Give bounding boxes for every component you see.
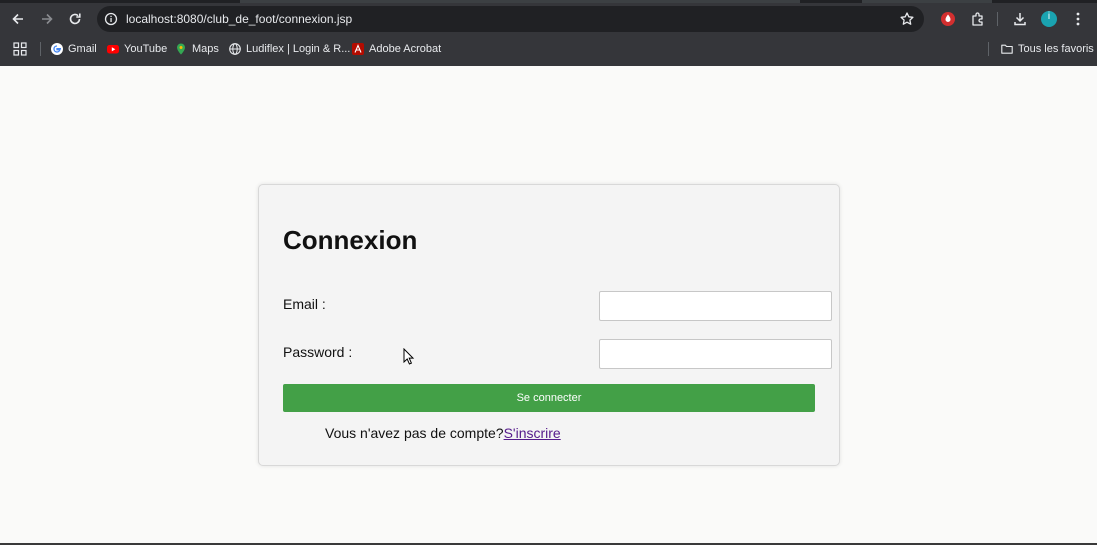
signup-prompt: Vous n'avez pas de compte?S'inscrire	[325, 425, 561, 441]
forward-button[interactable]	[37, 9, 57, 29]
bookmark-acrobat[interactable]: Adobe Acrobat	[352, 41, 441, 57]
downloads-icon[interactable]	[1010, 9, 1030, 29]
mouse-cursor-icon	[403, 348, 415, 365]
tab-strip	[0, 0, 1097, 3]
signup-link[interactable]: S'inscrire	[504, 425, 561, 441]
url-text[interactable]: localhost:8080/club_de_foot/connexion.js…	[126, 12, 352, 26]
profile-initial: i	[1047, 11, 1051, 22]
maps-icon	[177, 43, 185, 55]
folder-icon	[1001, 44, 1013, 54]
bookmark-ludiflex[interactable]: Ludiflex | Login & R...	[229, 41, 350, 57]
bookmark-label: Adobe Acrobat	[369, 43, 442, 55]
reload-button[interactable]	[65, 9, 85, 29]
email-field[interactable]	[599, 291, 832, 321]
bookmark-label: Gmail	[68, 43, 97, 55]
bookmark-youtube[interactable]: YouTube	[107, 41, 167, 57]
bookmarks-bar: Gmail YouTube Maps Ludiflex | Login & R.…	[0, 38, 1097, 60]
reload-icon	[69, 13, 81, 25]
page-title: Connexion	[283, 225, 418, 255]
address-bar[interactable]: localhost:8080/club_de_foot/connexion.js…	[97, 6, 924, 32]
bookmark-star-icon[interactable]	[899, 11, 915, 27]
apps-grid-button[interactable]	[13, 41, 27, 57]
password-field[interactable]	[599, 339, 832, 369]
login-button[interactable]: Se connecter	[283, 384, 815, 412]
browser-toolbar: localhost:8080/club_de_foot/connexion.js…	[0, 0, 1097, 66]
bookmark-label: Ludiflex | Login & R...	[246, 43, 351, 55]
google-icon	[51, 43, 63, 55]
globe-icon	[229, 43, 241, 55]
bookmark-label: YouTube	[124, 43, 168, 55]
email-label: Email :	[283, 296, 326, 312]
arrow-right-icon	[42, 13, 53, 25]
toolbar-divider	[997, 12, 998, 26]
bookmarks-divider	[40, 42, 41, 56]
youtube-icon	[107, 45, 119, 54]
profile-avatar[interactable]: i	[1039, 9, 1059, 29]
login-card: Connexion Email : Password : Se connecte…	[258, 184, 840, 466]
extension-red-icon[interactable]	[938, 9, 958, 29]
all-bookmarks-label: Tous les favoris	[1018, 43, 1094, 55]
all-bookmarks-button[interactable]: Tous les favoris	[1001, 41, 1094, 57]
bookmarks-divider	[988, 42, 989, 56]
signup-prompt-text: Vous n'avez pas de compte?	[325, 425, 504, 441]
bookmark-gmail[interactable]: Gmail	[51, 41, 97, 57]
password-label: Password :	[283, 344, 353, 360]
bookmark-maps[interactable]: Maps	[175, 41, 219, 57]
bookmark-label: Maps	[192, 43, 219, 55]
arrow-left-icon	[12, 13, 23, 25]
page-content: Connexion Email : Password : Se connecte…	[0, 66, 1097, 543]
extensions-puzzle-icon[interactable]	[968, 9, 988, 29]
back-button[interactable]	[8, 9, 28, 29]
kebab-menu-icon[interactable]	[1068, 9, 1088, 29]
apps-grid-icon	[13, 42, 27, 56]
info-icon[interactable]	[104, 12, 118, 26]
acrobat-icon	[352, 43, 364, 55]
